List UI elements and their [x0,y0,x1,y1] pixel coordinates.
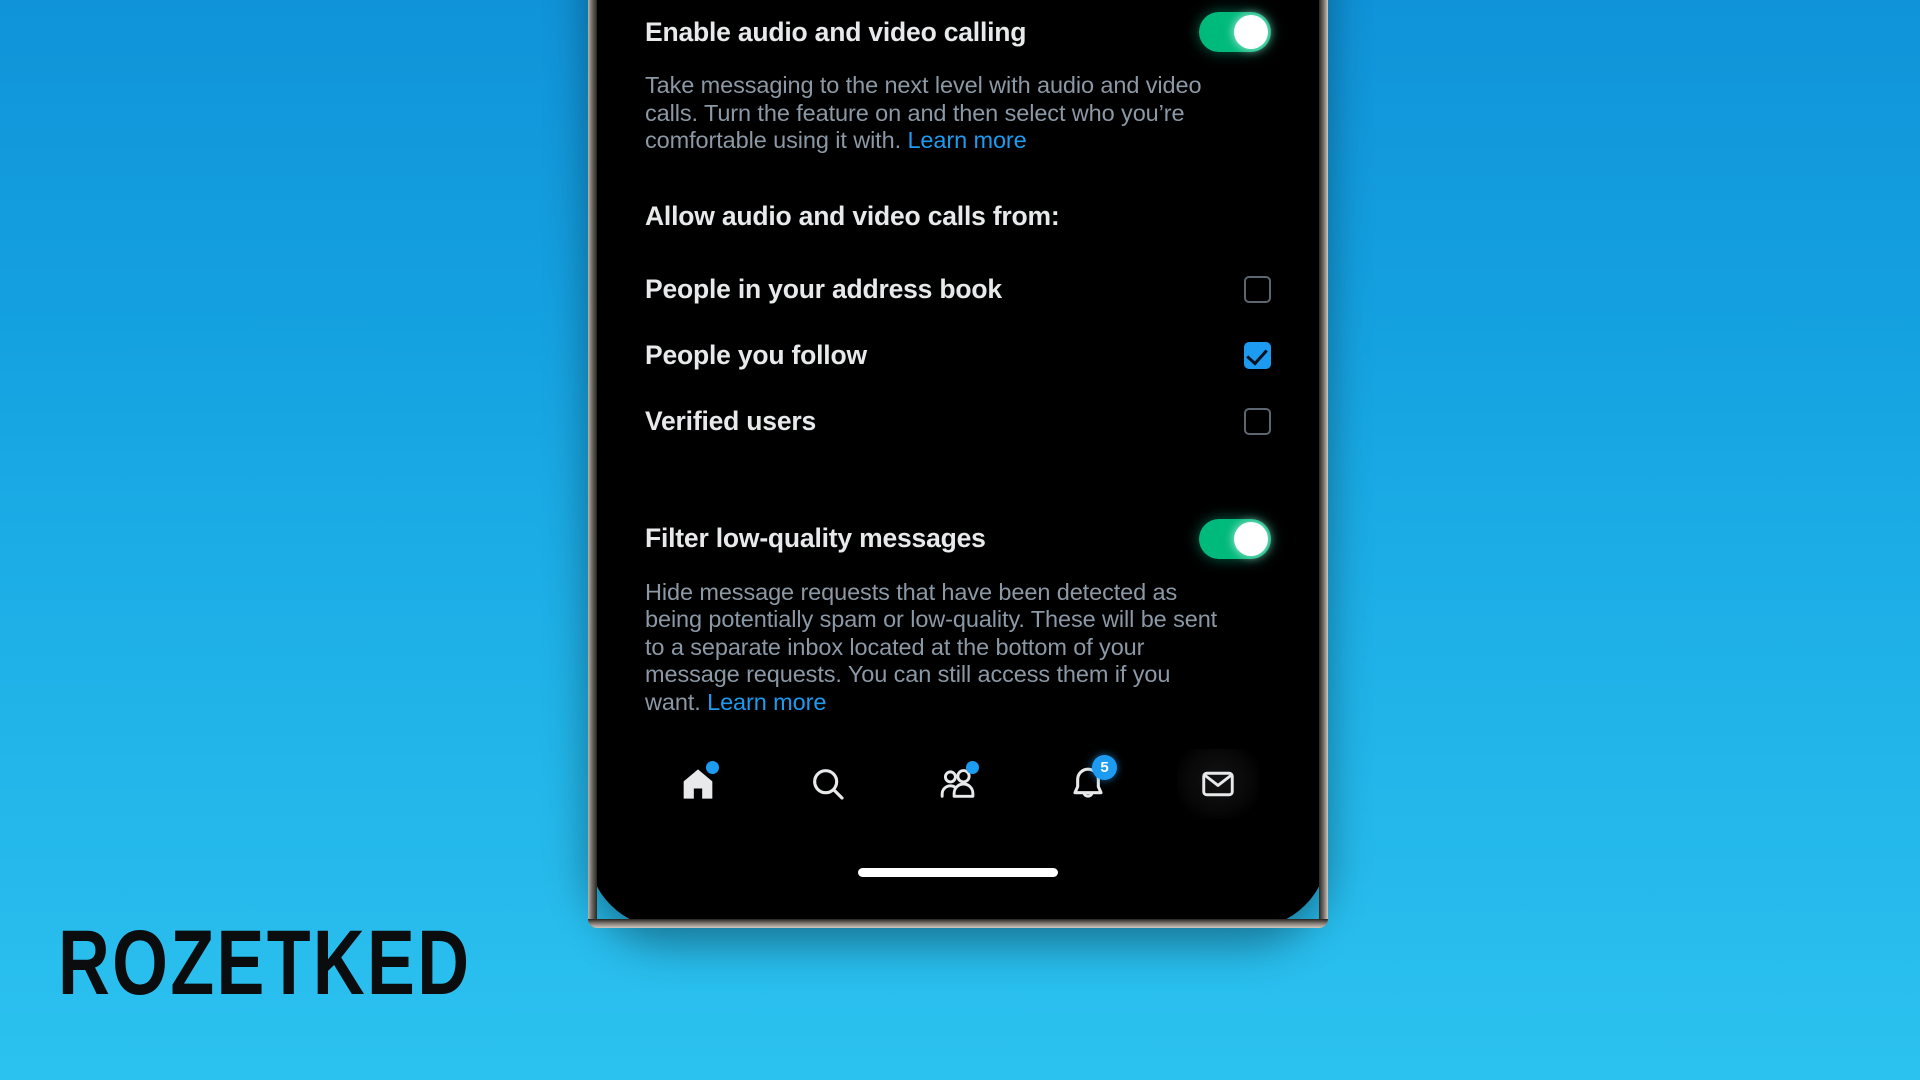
toggle-knob [1234,15,1268,49]
enable-calling-toggle[interactable] [1199,12,1271,52]
phone-screen: Enable audio and video calling Take mess… [597,0,1319,919]
communities-dot-badge [966,761,979,774]
option-checkbox-address-book[interactable] [1244,275,1271,303]
nav-item-home[interactable] [657,749,739,819]
phone-frame-bottom-rail [588,919,1328,928]
option-label-verified-users: Verified users [645,405,817,436]
nav-item-search[interactable] [787,749,869,819]
filter-messages-description: Hide message requests that have been det… [645,579,1220,717]
rozetked-watermark: ROZETKED [58,912,472,1014]
nav-item-notifications[interactable]: 5 [1047,749,1129,819]
option-row-people-you-follow[interactable]: People you follow [645,340,1271,371]
filter-messages-title: Filter low-quality messages [645,523,986,553]
enable-calling-learn-more-link[interactable]: Learn more [907,127,1026,153]
search-icon [808,764,848,804]
option-checkbox-verified-users[interactable] [1244,407,1271,435]
settings-content: Enable audio and video calling Take mess… [597,0,1319,716]
enable-calling-title: Enable audio and video calling [645,16,1027,47]
home-indicator [858,868,1058,877]
notifications-count-badge: 5 [1092,755,1117,780]
filter-messages-toggle[interactable] [1199,518,1271,559]
enable-calling-description: Take messaging to the next level with au… [645,72,1205,155]
allow-calls-from-heading: Allow audio and video calls from: [645,200,1060,231]
phone-frame-right-rail [1319,0,1328,928]
nav-item-messages[interactable] [1177,749,1259,819]
option-label-people-you-follow: People you follow [645,339,867,370]
phone-frame-left-rail [588,0,597,928]
phone-device: Enable audio and video calling Take mess… [588,0,1328,928]
option-checkbox-people-you-follow[interactable] [1244,341,1271,369]
filter-messages-learn-more-link[interactable]: Learn more [707,689,826,715]
option-row-address-book[interactable]: People in your address book [645,274,1271,305]
checkmark-icon [1246,342,1268,366]
home-dot-badge [706,761,719,774]
enable-calling-row[interactable]: Enable audio and video calling [645,12,1271,52]
toggle-knob [1234,521,1268,556]
bottom-navigation-bar: 5 [597,745,1319,823]
filter-messages-row[interactable]: Filter low-quality messages [645,518,1271,559]
option-row-verified-users[interactable]: Verified users [645,406,1271,437]
mail-icon [1199,765,1237,803]
nav-item-communities[interactable] [917,749,999,819]
option-label-address-book: People in your address book [645,273,1002,304]
